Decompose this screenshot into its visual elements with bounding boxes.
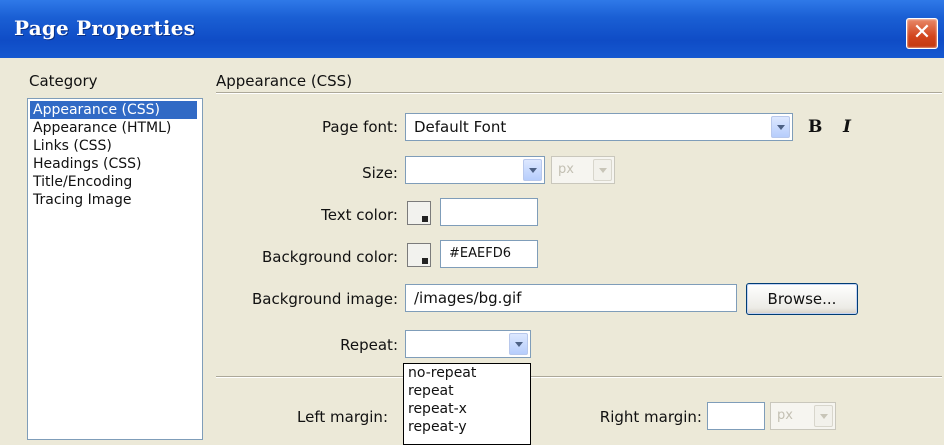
size-unit-select: px bbox=[551, 156, 615, 184]
text-color-input[interactable] bbox=[440, 198, 538, 226]
category-item-headings-css[interactable]: Headings (CSS) bbox=[30, 155, 141, 173]
category-item-title-encoding[interactable]: Title/Encoding bbox=[30, 173, 132, 191]
repeat-option-no-repeat[interactable]: no-repeat bbox=[404, 364, 530, 382]
italic-button[interactable]: I bbox=[843, 117, 851, 137]
size-unit-value: px bbox=[558, 162, 574, 177]
repeat-option-repeat-y[interactable]: repeat-y bbox=[404, 418, 530, 436]
category-list[interactable]: Appearance (CSS) Appearance (HTML) Links… bbox=[27, 98, 203, 440]
section-divider bbox=[216, 92, 942, 94]
background-color-picker[interactable] bbox=[407, 243, 431, 267]
repeat-label: Repeat: bbox=[340, 336, 398, 354]
repeat-option-repeat-x[interactable]: repeat-x bbox=[404, 400, 530, 418]
text-color-picker[interactable] bbox=[407, 201, 431, 225]
page-font-select[interactable]: Default Font bbox=[405, 113, 793, 141]
title-bar[interactable]: Page Properties ✕ bbox=[0, 0, 944, 59]
section-title: Appearance (CSS) bbox=[216, 72, 353, 90]
category-item-appearance-html[interactable]: Appearance (HTML) bbox=[30, 119, 171, 137]
right-margin-label: Right margin: bbox=[599, 408, 702, 426]
right-margin-unit-value: px bbox=[777, 408, 793, 423]
size-label: Size: bbox=[362, 164, 398, 182]
chevron-down-icon[interactable] bbox=[523, 159, 542, 181]
dialog-body: Category Appearance (CSS) Appearance (HT… bbox=[0, 58, 944, 445]
category-item-tracing-image[interactable]: Tracing Image bbox=[30, 191, 131, 209]
background-image-value: /images/bg.gif bbox=[414, 289, 522, 307]
section-divider bbox=[216, 376, 942, 378]
background-image-input[interactable]: /images/bg.gif bbox=[405, 284, 737, 312]
category-label: Category bbox=[29, 72, 98, 90]
repeat-select[interactable] bbox=[405, 330, 531, 358]
browse-button[interactable]: Browse... bbox=[746, 283, 858, 315]
chevron-down-icon bbox=[814, 405, 833, 427]
page-font-label: Page font: bbox=[322, 118, 398, 136]
chevron-down-icon bbox=[593, 159, 612, 181]
size-select[interactable] bbox=[405, 156, 545, 184]
window-title: Page Properties bbox=[14, 16, 196, 40]
right-margin-unit-select: px bbox=[770, 402, 836, 430]
background-color-label: Background color: bbox=[262, 248, 398, 266]
category-item-appearance-css[interactable]: Appearance (CSS) bbox=[30, 101, 197, 119]
background-color-value: #EAEFD6 bbox=[449, 246, 511, 261]
right-margin-input[interactable] bbox=[707, 402, 765, 430]
page-font-value: Default Font bbox=[414, 118, 507, 136]
bold-button[interactable]: B bbox=[808, 117, 822, 137]
close-icon: ✕ bbox=[912, 20, 932, 45]
chevron-down-icon[interactable] bbox=[509, 333, 528, 355]
left-margin-label: Left margin: bbox=[297, 408, 388, 426]
category-item-links-css[interactable]: Links (CSS) bbox=[30, 137, 112, 155]
repeat-dropdown-list[interactable]: no-repeat repeat repeat-x repeat-y bbox=[403, 363, 531, 445]
close-button[interactable]: ✕ bbox=[906, 18, 938, 49]
background-color-input[interactable]: #EAEFD6 bbox=[440, 240, 538, 268]
repeat-option-repeat[interactable]: repeat bbox=[404, 382, 530, 400]
background-image-label: Background image: bbox=[251, 290, 398, 308]
text-color-label: Text color: bbox=[321, 206, 398, 224]
chevron-down-icon[interactable] bbox=[771, 116, 790, 138]
